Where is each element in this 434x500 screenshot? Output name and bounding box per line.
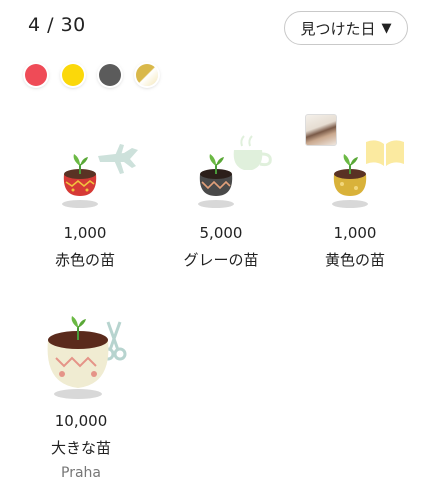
photo-thumbnail[interactable] — [305, 114, 337, 146]
seedling-art — [156, 126, 286, 216]
seedling-art — [16, 314, 146, 404]
item-count: 4 / 30 — [28, 14, 86, 36]
filter-gold-dot[interactable] — [136, 64, 158, 86]
sort-label: 見つけた日 — [300, 19, 376, 38]
chevron-down-icon: ▼ — [381, 20, 392, 36]
item-price: 10,000 — [54, 412, 108, 430]
seedling-card-big[interactable]: 10,000 大きな苗 Praha — [16, 314, 146, 481]
seedling-card-gray[interactable]: 5,000 グレーの苗 — [156, 126, 286, 270]
filter-yellow-dot[interactable] — [62, 64, 84, 86]
item-price: 1,000 — [333, 224, 377, 242]
filter-gray-dot[interactable] — [99, 64, 121, 86]
sort-dropdown-button[interactable]: 見つけた日 ▼ — [284, 11, 408, 45]
seedling-card-red[interactable]: 1,000 赤色の苗 — [20, 126, 150, 270]
item-price: 1,000 — [63, 224, 107, 242]
airplane-icon — [98, 144, 138, 174]
item-owner: Praha — [61, 465, 101, 481]
item-name: グレーの苗 — [183, 251, 259, 269]
book-icon — [366, 140, 404, 166]
item-name: 大きな苗 — [50, 439, 111, 457]
filter-red-dot[interactable] — [25, 64, 47, 86]
seedling-card-yellow[interactable]: 1,000 黄色の苗 — [290, 126, 420, 270]
seedling-art — [20, 126, 150, 216]
item-price: 5,000 — [199, 224, 243, 242]
item-name: 赤色の苗 — [54, 251, 115, 269]
item-name: 黄色の苗 — [324, 251, 385, 269]
coffee-cup-icon — [233, 135, 272, 170]
